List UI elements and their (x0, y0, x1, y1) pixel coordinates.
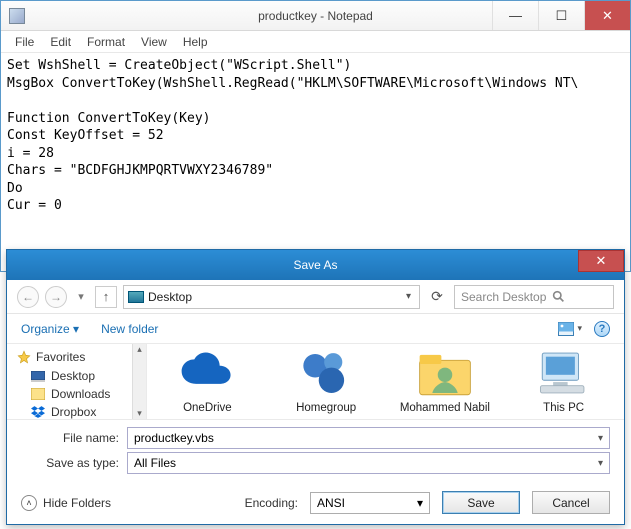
file-name-label: File name: (21, 431, 119, 445)
item-label: Homegroup (296, 402, 356, 415)
item-this-pc[interactable]: This PC (514, 348, 614, 415)
item-label: This PC (543, 402, 584, 415)
refresh-button[interactable]: ⟳ (426, 288, 448, 305)
search-icon (552, 290, 565, 303)
save-as-close-button[interactable]: ✕ (578, 250, 624, 272)
search-placeholder: Search Desktop (461, 290, 546, 304)
forward-button[interactable]: → (45, 286, 67, 308)
back-button[interactable]: ← (17, 286, 39, 308)
chevron-down-icon[interactable]: ▾ (598, 433, 603, 444)
item-user-folder[interactable]: Mohammed Nabil (395, 348, 495, 415)
maximize-button[interactable]: ☐ (538, 1, 584, 30)
downloads-icon (31, 388, 45, 400)
sidebar: Favorites Desktop Downloads Dropbox ▴▾ (7, 344, 147, 419)
organize-button[interactable]: Organize ▾ (21, 322, 79, 336)
hide-folders-button[interactable]: ˄ Hide Folders (21, 495, 111, 511)
nav-toolbar: ← → ▾ ↑ Desktop ▾ ⟳ Search Desktop (7, 280, 624, 314)
save-button[interactable]: Save (442, 491, 520, 514)
sidebar-scrollbar[interactable]: ▴▾ (132, 344, 146, 419)
menu-format[interactable]: Format (81, 33, 131, 51)
menu-help[interactable]: Help (177, 33, 214, 51)
address-bar[interactable]: Desktop ▾ (123, 285, 420, 309)
item-onedrive[interactable]: OneDrive (157, 348, 257, 415)
dialog-footer: ˄ Hide Folders Encoding: ANSI ▾ Save Can… (7, 485, 624, 524)
notepad-window: productkey - Notepad — ☐ ✕ File Edit For… (0, 0, 631, 272)
save-as-titlebar[interactable]: Save As ✕ (7, 250, 624, 280)
onedrive-icon (178, 348, 236, 398)
sidebar-item-dropbox[interactable]: Dropbox (17, 403, 146, 419)
file-fields: File name: productkey.vbs ▾ Save as type… (7, 419, 624, 485)
this-pc-icon (535, 348, 593, 398)
close-button[interactable]: ✕ (584, 1, 630, 30)
help-button[interactable]: ? (594, 321, 610, 337)
chevron-up-icon: ˄ (21, 495, 37, 511)
dropbox-icon (31, 406, 45, 418)
up-button[interactable]: ↑ (95, 286, 117, 308)
sidebar-favorites-header[interactable]: Favorites (17, 350, 146, 364)
save-as-dialog: Save As ✕ ← → ▾ ↑ Desktop ▾ ⟳ Search Des… (6, 249, 625, 525)
address-dropdown-icon[interactable]: ▾ (406, 291, 415, 302)
view-options-button[interactable]: ▾ (558, 322, 582, 336)
chevron-down-icon[interactable]: ▾ (417, 496, 423, 510)
organize-toolbar: Organize ▾ New folder ▾ ? (7, 314, 624, 344)
chevron-down-icon[interactable]: ▾ (598, 458, 603, 469)
file-list[interactable]: OneDrive Homegroup Mohammed Nabil This P… (147, 344, 624, 419)
user-folder-icon (416, 348, 474, 398)
homegroup-icon (297, 348, 355, 398)
notepad-editor[interactable]: Set WshShell = CreateObject("WScript.She… (1, 53, 630, 219)
desktop-icon (128, 291, 144, 303)
file-name-input[interactable]: productkey.vbs ▾ (127, 427, 610, 449)
save-type-select[interactable]: All Files ▾ (127, 452, 610, 474)
sidebar-item-downloads[interactable]: Downloads (17, 385, 146, 403)
star-icon (17, 350, 31, 364)
new-folder-button[interactable]: New folder (101, 322, 158, 336)
search-input[interactable]: Search Desktop (454, 285, 614, 309)
picture-icon (558, 322, 574, 336)
notepad-icon (9, 8, 25, 24)
encoding-select[interactable]: ANSI ▾ (310, 492, 430, 514)
desktop-icon (31, 371, 45, 382)
menu-view[interactable]: View (135, 33, 173, 51)
menu-file[interactable]: File (9, 33, 40, 51)
item-label: Mohammed Nabil (400, 402, 490, 415)
notepad-menubar: File Edit Format View Help (1, 31, 630, 53)
save-as-title: Save As (7, 258, 624, 272)
history-dropdown[interactable]: ▾ (73, 286, 89, 308)
cancel-button[interactable]: Cancel (532, 491, 610, 514)
encoding-label: Encoding: (245, 496, 298, 510)
item-label: OneDrive (183, 402, 232, 415)
sidebar-item-desktop[interactable]: Desktop (17, 367, 146, 385)
minimize-button[interactable]: — (492, 1, 538, 30)
address-text: Desktop (148, 290, 192, 304)
save-type-label: Save as type: (21, 456, 119, 470)
notepad-titlebar[interactable]: productkey - Notepad — ☐ ✕ (1, 1, 630, 31)
menu-edit[interactable]: Edit (44, 33, 77, 51)
item-homegroup[interactable]: Homegroup (276, 348, 376, 415)
